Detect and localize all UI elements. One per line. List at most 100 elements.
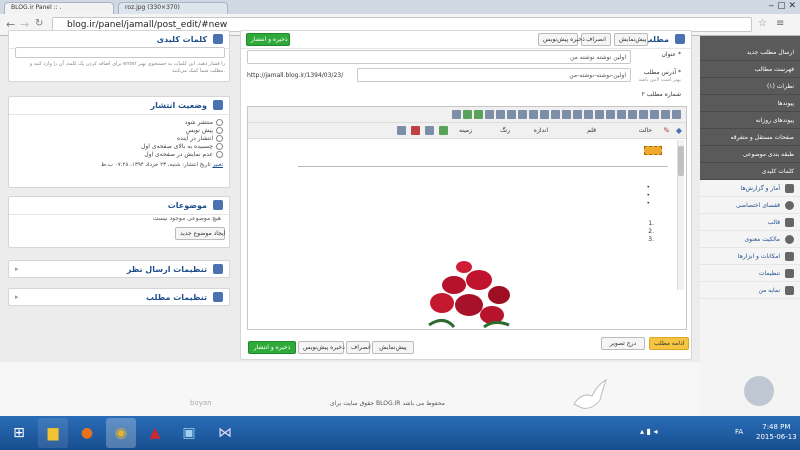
roses-image[interactable] xyxy=(424,255,514,330)
quote-icon[interactable] xyxy=(639,110,648,119)
radio-draft[interactable]: پیش نویس xyxy=(15,127,223,135)
code-icon[interactable] xyxy=(672,110,681,119)
rich-text-editor[interactable]: حالت قلم اندازه رنگ زمینه ◆ ✎ • • • 1. 2… xyxy=(247,106,687,330)
indent-icon[interactable] xyxy=(617,110,626,119)
cancel-button[interactable]: انصراف xyxy=(346,341,371,354)
radio-sticky[interactable]: چسبیده به بالای صفحه‌ی اول xyxy=(15,143,223,151)
browser-tab-active[interactable]: BLOG.ir Panel :: . xyxy=(4,2,114,14)
publish-button[interactable]: ذخیره و انتشار xyxy=(248,341,296,354)
sidebar-item-theme[interactable]: قالب xyxy=(700,214,800,231)
continue-reading-button[interactable]: ادامه مطلب xyxy=(649,337,689,350)
underline-icon[interactable] xyxy=(507,110,516,119)
file-explorer-icon[interactable]: ▆ xyxy=(38,418,68,448)
expand-icon[interactable]: ▸ xyxy=(15,293,19,301)
sidebar-item-custom[interactable]: قفسای اختصاصی xyxy=(700,197,800,214)
eraser-icon[interactable]: ✎ xyxy=(663,126,670,135)
image-viewer-icon[interactable]: ▣ xyxy=(174,418,204,448)
sidebar-item-comments[interactable]: نظرات (۱) xyxy=(700,78,800,95)
post-settings-box[interactable]: تنظیمات مطلب ▸ xyxy=(8,288,230,306)
comment-settings-box[interactable]: تنظیمات ارسال نظر ▸ xyxy=(8,260,230,278)
create-topic-button[interactable]: ایجاد موضوع جدید xyxy=(175,227,225,240)
editor-content[interactable]: • • • 1. 2. 3. xyxy=(248,140,678,330)
admin-sidebar: ارسال مطلب جدید فهرست مطالب نظرات (۱) پی… xyxy=(700,36,800,416)
save-draft-button-top[interactable]: ذخیره پیش‌نویس xyxy=(538,33,585,46)
strike-icon[interactable] xyxy=(518,110,527,119)
align-center-icon[interactable] xyxy=(562,110,571,119)
sidebar-item-pages[interactable]: صفحات مستقل و متفرقه xyxy=(700,129,800,146)
chrome-icon[interactable]: ◉ xyxy=(106,418,136,448)
redo-icon[interactable] xyxy=(474,110,483,119)
change-date-link[interactable]: تغییر xyxy=(212,162,223,168)
color-dropdown[interactable]: رنگ xyxy=(500,127,510,134)
align-justify-icon[interactable] xyxy=(584,110,593,119)
style-dropdown[interactable]: حالت xyxy=(639,127,652,134)
superscript-icon[interactable] xyxy=(540,110,549,119)
sidebar-item-daily-links[interactable]: پیوندهای روزانه xyxy=(700,112,800,129)
sidebar-item-new-post[interactable]: ارسال مطلب جدید xyxy=(700,44,800,61)
comment-icon xyxy=(213,264,223,274)
align-right-icon[interactable] xyxy=(573,110,582,119)
publish-button-top[interactable]: ذخیره و انتشار xyxy=(246,33,290,46)
image-icon[interactable] xyxy=(438,126,449,137)
menu-icon[interactable]: ≡ xyxy=(776,18,784,29)
bar-chart-icon xyxy=(785,184,794,193)
editor-scrollbar[interactable] xyxy=(677,140,684,290)
sidebar-item-stats[interactable]: آمار و گزارش‌ها xyxy=(700,180,800,197)
window-controls[interactable]: ‒ ▢ ✕ xyxy=(769,1,797,11)
outdent-icon[interactable] xyxy=(628,110,637,119)
cancel-button-top[interactable]: انصراف xyxy=(581,33,611,46)
browser-tab-image[interactable]: roz.jpg (330×370) xyxy=(118,2,228,14)
insert-image-button[interactable]: درج تصویر xyxy=(601,337,645,350)
clock[interactable]: 7:48 PM 2015-06-13 xyxy=(756,422,797,442)
radio-hide-home[interactable]: عدم نمایش در صفحه‌ی اول xyxy=(15,151,223,159)
media-icon[interactable] xyxy=(410,126,421,137)
subscript-icon[interactable] xyxy=(529,110,538,119)
bold-icon[interactable] xyxy=(485,110,494,119)
sidebar-item-categories[interactable]: طبقه بندی موضوعی xyxy=(700,146,800,163)
sidebar-item-copyright[interactable]: مالکیت معنوی xyxy=(700,231,800,248)
bookmark-star-icon[interactable]: ☆ xyxy=(758,18,767,29)
tray-icons[interactable]: ▴ ▮ ◂ xyxy=(640,427,658,436)
sidebar-item-post-list[interactable]: فهرست مطالب xyxy=(700,61,800,78)
bgcolor-dropdown[interactable]: زمینه xyxy=(459,127,472,134)
unlink-icon[interactable] xyxy=(661,110,670,119)
source-icon[interactable]: ◆ xyxy=(676,126,682,135)
acrobat-icon[interactable]: ▲ xyxy=(140,418,170,448)
language-indicator[interactable]: FA xyxy=(735,428,743,436)
undo-icon[interactable] xyxy=(463,110,472,119)
font-dropdown[interactable]: قلم xyxy=(587,127,596,134)
rtl-icon[interactable] xyxy=(452,110,461,119)
editor-toolbar-row1 xyxy=(248,107,686,123)
keywords-input[interactable] xyxy=(15,47,225,58)
table-icon[interactable] xyxy=(424,126,435,137)
link-icon[interactable] xyxy=(650,110,659,119)
sidebar-item-settings[interactable]: تنظیمات xyxy=(700,265,800,282)
italic-icon[interactable] xyxy=(496,110,505,119)
sidebar-item-profile[interactable]: نمایه من xyxy=(700,282,800,299)
sidebar-item-links[interactable]: پیوندها xyxy=(700,95,800,112)
align-left-icon[interactable] xyxy=(551,110,560,119)
publish-heading: وضعیت انتشار xyxy=(9,97,229,115)
firefox-icon[interactable]: ● xyxy=(72,418,102,448)
size-dropdown[interactable]: اندازه xyxy=(534,127,548,134)
title-input[interactable]: اولین نوشته نوشته من xyxy=(247,50,631,64)
post-editor-panel: مطلب پیش‌نمایش انصراف ذخیره پیش‌نویس ذخی… xyxy=(240,30,692,360)
preview-button[interactable]: پیش‌نمایش xyxy=(372,341,414,354)
scrollbar-thumb[interactable] xyxy=(678,146,684,176)
save-draft-button[interactable]: ذخیره پیش‌نویس xyxy=(298,341,345,354)
reload-icon[interactable]: ↻ xyxy=(35,18,43,29)
sidebar-item-keywords[interactable]: کلمات کلیدی xyxy=(700,163,800,180)
emoji-icon[interactable] xyxy=(396,126,407,137)
radio-schedule[interactable]: انتشار در آینده xyxy=(15,135,223,143)
numbered-list-icon[interactable] xyxy=(606,110,615,119)
camtasia-icon[interactable]: ⋈ xyxy=(210,418,240,448)
post-settings-heading: تنظیمات مطلب xyxy=(9,289,229,306)
copyright-icon xyxy=(785,235,794,244)
preview-button-top[interactable]: پیش‌نمایش xyxy=(614,33,648,46)
list-icon[interactable] xyxy=(595,110,604,119)
start-button-icon[interactable]: ⊞ xyxy=(4,418,34,448)
radio-publish[interactable]: منتشر شود xyxy=(15,119,223,127)
sidebar-item-tools[interactable]: امکانات و ابزارها xyxy=(700,248,800,265)
address-input[interactable]: اولین-نوشته-نوشته-من xyxy=(357,68,631,82)
expand-icon[interactable]: ▸ xyxy=(15,265,19,273)
